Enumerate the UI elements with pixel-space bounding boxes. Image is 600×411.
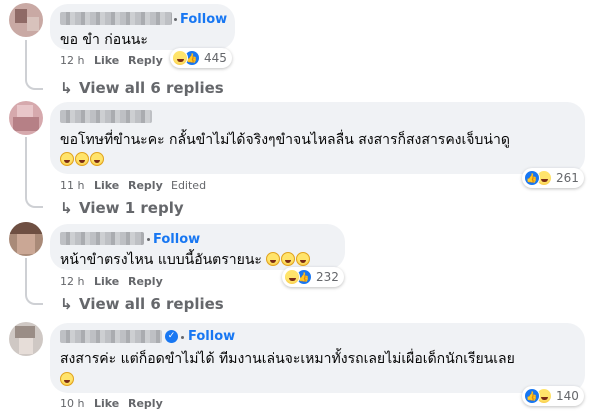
comment-emoji-line bbox=[60, 372, 75, 388]
reply-button[interactable]: Reply bbox=[128, 54, 163, 67]
author-name[interactable] bbox=[60, 232, 144, 245]
comment-time[interactable]: 12 h bbox=[60, 275, 84, 288]
laughing-emoji-icon bbox=[281, 252, 296, 266]
separator-dot bbox=[181, 336, 184, 339]
reaction-summary[interactable]: 👍 140 bbox=[522, 386, 584, 406]
like-icon: 👍 bbox=[524, 170, 540, 186]
reaction-count: 232 bbox=[316, 270, 339, 284]
comment-time[interactable]: 11 h bbox=[60, 179, 84, 192]
reply-button[interactable]: Reply bbox=[128, 275, 163, 288]
view-replies-link[interactable]: View all 6 replies bbox=[79, 79, 224, 97]
laughing-emoji-icon bbox=[75, 152, 89, 166]
thread-line bbox=[25, 137, 43, 208]
comment-text: หน้าขำตรงไหน แบบนี้อันตรายนะ bbox=[60, 249, 311, 271]
like-button[interactable]: Like bbox=[94, 54, 119, 67]
reply-button[interactable]: Reply bbox=[128, 179, 163, 192]
avatar[interactable] bbox=[9, 322, 43, 356]
author-name[interactable] bbox=[60, 12, 172, 25]
comment-emoji-line bbox=[60, 152, 105, 168]
author-name[interactable] bbox=[60, 110, 152, 123]
reaction-summary[interactable]: 👍 232 bbox=[282, 267, 344, 287]
comment-time[interactable]: 10 h bbox=[60, 397, 84, 410]
comment-text: ขอ ขำ ก่อนนะ bbox=[60, 32, 148, 48]
reaction-count: 445 bbox=[204, 51, 227, 65]
laughing-emoji-icon bbox=[296, 252, 311, 266]
comment-text: ขอโทษที่ขำนะคะ กลั้นขำไม่ได้จริงๆขำจนไหล… bbox=[60, 132, 510, 148]
edited-label: Edited bbox=[171, 179, 207, 192]
comment-text: สงสารค่ะ แต่ก็อดขำไม่ได้ ทีมงานเล่นจะเหม… bbox=[60, 351, 515, 367]
view-replies-link[interactable]: View all 6 replies bbox=[79, 295, 224, 313]
avatar[interactable] bbox=[9, 3, 43, 37]
follow-button[interactable]: Follow bbox=[153, 232, 200, 247]
follow-button[interactable]: Follow bbox=[188, 329, 235, 344]
haha-icon bbox=[284, 269, 300, 285]
grinning-emoji-icon bbox=[60, 372, 74, 386]
reaction-summary[interactable]: 👍 261 bbox=[522, 168, 584, 188]
like-button[interactable]: Like bbox=[94, 179, 119, 192]
verified-badge-icon: ✓ bbox=[165, 330, 178, 343]
like-button[interactable]: Like bbox=[94, 397, 119, 410]
like-icon: 👍 bbox=[524, 388, 540, 404]
follow-button[interactable]: Follow bbox=[180, 12, 227, 27]
reaction-summary[interactable]: 👍 445 bbox=[170, 48, 232, 68]
comment-text-body: หน้าขำตรงไหน แบบนี้อันตรายนะ bbox=[60, 252, 262, 268]
reaction-count: 140 bbox=[556, 389, 579, 403]
avatar[interactable] bbox=[9, 222, 43, 256]
avatar[interactable] bbox=[9, 101, 43, 135]
like-button[interactable]: Like bbox=[94, 275, 119, 288]
reply-arrow-icon: ↳ bbox=[60, 295, 73, 313]
view-replies-link[interactable]: View 1 reply bbox=[79, 199, 184, 217]
reply-button[interactable]: Reply bbox=[128, 397, 163, 410]
thread-line bbox=[25, 40, 43, 90]
reply-arrow-icon: ↳ bbox=[60, 199, 73, 217]
laughing-emoji-icon bbox=[90, 152, 104, 166]
laughing-emoji-icon bbox=[60, 152, 74, 166]
author-name[interactable] bbox=[60, 330, 162, 343]
reply-arrow-icon: ↳ bbox=[60, 79, 73, 97]
laughing-emoji-icon bbox=[266, 252, 281, 266]
thread-line bbox=[25, 258, 43, 305]
separator-dot bbox=[174, 18, 177, 21]
reaction-count: 261 bbox=[556, 171, 579, 185]
haha-icon bbox=[172, 50, 188, 66]
separator-dot bbox=[147, 238, 150, 241]
comment-time[interactable]: 12 h bbox=[60, 54, 84, 67]
